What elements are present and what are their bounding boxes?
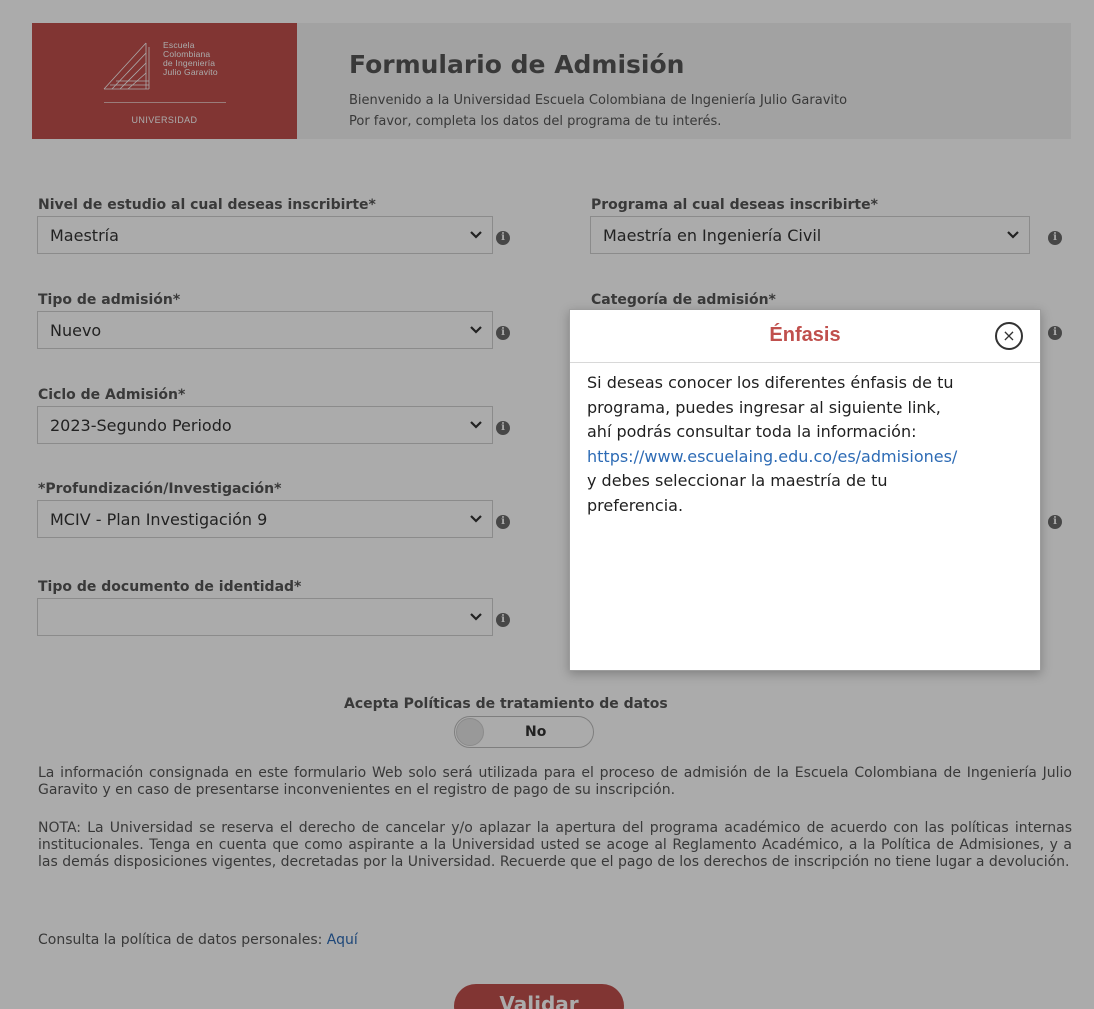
modal-text: preferencia.	[587, 495, 684, 515]
admissions-link[interactable]: https://www.escuelaing.edu.co/es/admisio…	[587, 445, 1037, 470]
modal-header: Énfasis ×	[570, 310, 1040, 363]
enfasis-modal: Énfasis × Si deseas conocer los diferent…	[569, 309, 1041, 671]
modal-text: ahí podrás consultar toda la información…	[587, 422, 917, 441]
modal-title: Énfasis	[769, 324, 841, 346]
close-icon[interactable]: ×	[995, 322, 1023, 350]
modal-text: y debes seleccionar la maestría de tu	[587, 471, 888, 490]
modal-body: Si deseas conocer los diferentes énfasis…	[587, 371, 1037, 518]
modal-text: Si deseas conocer los diferentes énfasis…	[587, 373, 954, 392]
modal-text: programa, puedes ingresar al siguiente l…	[587, 397, 941, 417]
